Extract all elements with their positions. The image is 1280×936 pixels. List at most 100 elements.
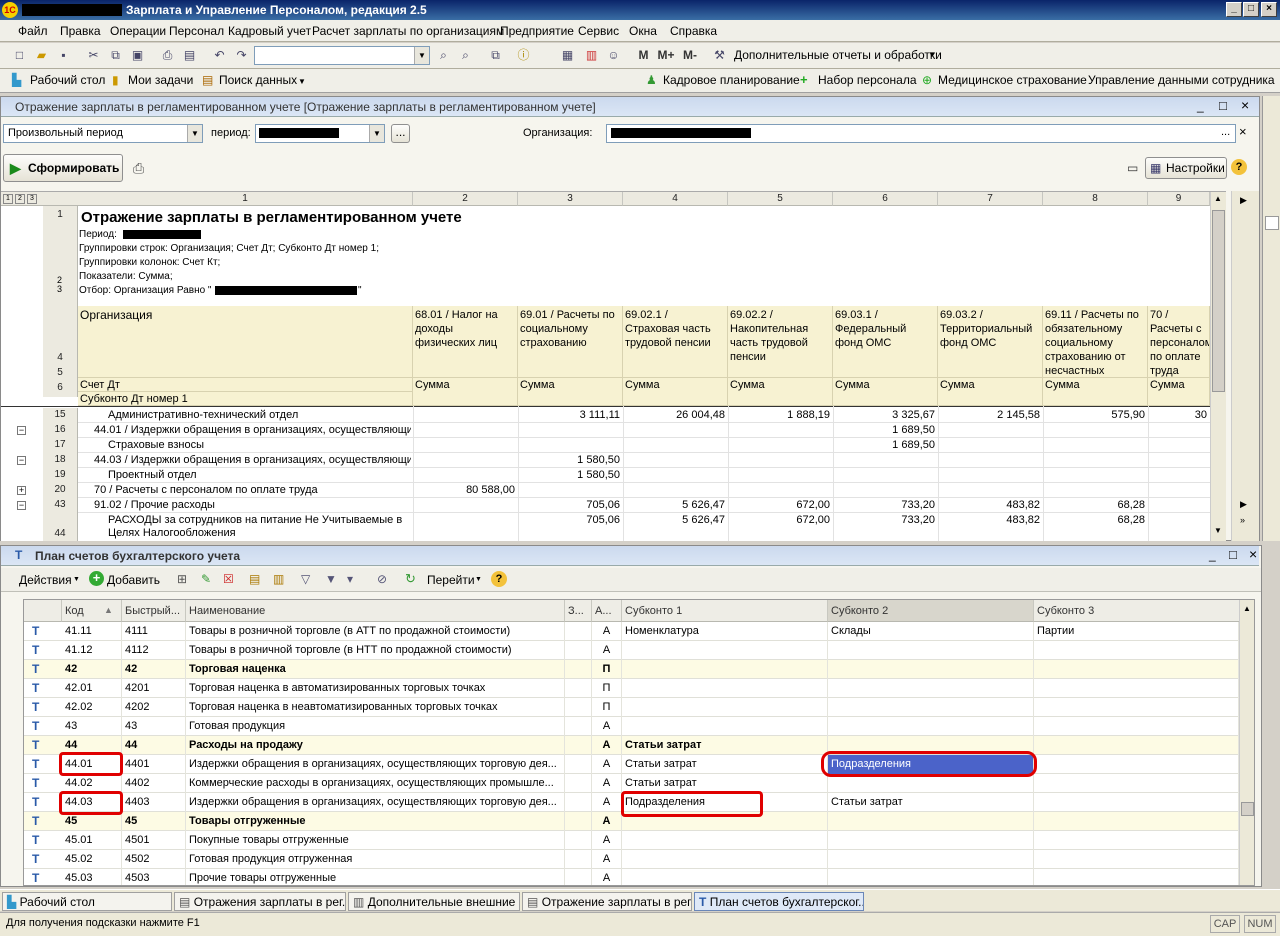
row-header[interactable]: 1 — [43, 206, 78, 286]
cut-icon[interactable]: ✂ — [86, 48, 101, 63]
collapse-icon[interactable]: − — [17, 501, 26, 510]
cell-z[interactable] — [565, 679, 592, 698]
windows-icon[interactable]: ⧉ — [488, 48, 503, 63]
cell-s1[interactable] — [622, 869, 828, 885]
expand-icon[interactable]: + — [17, 486, 26, 495]
cell-a[interactable]: А — [592, 755, 622, 774]
cell-name[interactable]: Готовая продукция отгруженная — [186, 850, 565, 869]
report-close-button[interactable]: × — [1241, 97, 1249, 113]
cell-code[interactable]: 45.03 — [62, 869, 122, 885]
cell-s3[interactable]: Партии — [1034, 622, 1239, 641]
task-desktop[interactable]: ▙ Рабочий стол — [2, 892, 172, 911]
row-header[interactable]: 19 — [43, 468, 78, 483]
chevron-down-icon[interactable]: ▼ — [187, 125, 202, 142]
cell-s1[interactable]: Статьи затрат — [622, 736, 828, 755]
grid-header-subconto2[interactable]: Субконто 2 — [828, 600, 1034, 622]
open-folder-icon[interactable]: ▰ — [34, 48, 49, 63]
cell-z[interactable] — [565, 869, 592, 885]
cell-s3[interactable] — [1034, 793, 1239, 812]
scroll-up-icon[interactable]: ▲ — [1214, 194, 1222, 203]
cell-z[interactable] — [565, 698, 592, 717]
menu-payroll[interactable]: Расчет зарплаты по организациям — [312, 24, 504, 38]
cell-name[interactable]: Товары отгруженные — [186, 812, 565, 831]
cell-code[interactable]: 42.02 — [62, 698, 122, 717]
organization-clear-icon[interactable]: × — [1239, 124, 1247, 139]
chevron-down-icon[interactable]: ▼ — [298, 77, 306, 86]
cell-code[interactable]: 42 — [62, 660, 122, 679]
copy-icon[interactable]: ⊞ — [177, 572, 187, 586]
row-header[interactable]: 4 — [43, 292, 78, 367]
quick-medical[interactable]: Медицинское страхование — [938, 73, 1087, 87]
column-header[interactable]: 8 — [1043, 192, 1148, 206]
grid-header-a[interactable]: А... — [592, 600, 622, 622]
scroll-thumb[interactable] — [1212, 210, 1225, 392]
cell-a[interactable]: П — [592, 698, 622, 717]
goto-menu[interactable]: Перейти — [427, 573, 475, 587]
cell-s3[interactable] — [1034, 850, 1239, 869]
cell-a[interactable]: А — [592, 793, 622, 812]
row-header[interactable]: 5 — [43, 367, 78, 382]
paste-icon[interactable]: ▣ — [130, 48, 145, 63]
cell-s1[interactable]: Статьи затрат — [622, 755, 828, 774]
chevron-down-icon[interactable]: ▼ — [475, 576, 482, 583]
cell-a[interactable]: А — [592, 869, 622, 885]
cell-name[interactable]: Коммерческие расходы в организациях, осу… — [186, 774, 565, 793]
row-header[interactable]: 20 — [43, 483, 78, 498]
column-header[interactable]: 2 — [413, 192, 518, 206]
cell-fast[interactable]: 4112 — [122, 641, 186, 660]
task-report-2[interactable]: ▤ Отражение зарплаты в рег... — [522, 892, 692, 911]
cell-code[interactable]: 41.12 — [62, 641, 122, 660]
menu-enterprise[interactable]: Предприятие — [500, 24, 574, 38]
cell-fast[interactable]: 4503 — [122, 869, 186, 885]
table-row[interactable]: T 45.01 4501 Покупные товары отгруженные А — [24, 831, 1239, 850]
print-icon[interactable]: ⎙ — [133, 160, 144, 177]
task-external[interactable]: ▥ Дополнительные внешние ... — [348, 892, 520, 911]
menu-file[interactable]: Файл — [18, 24, 48, 38]
cell-a[interactable]: А — [592, 736, 622, 755]
cell-a[interactable]: А — [592, 831, 622, 850]
cell-s2[interactable]: Статьи затрат — [828, 793, 1034, 812]
undo-icon[interactable]: ↶ — [212, 48, 227, 63]
task-report-1[interactable]: ▤ Отражения зарплаты в рег... — [174, 892, 346, 911]
cell-name[interactable]: Торговая наценка в неавтоматизированных … — [186, 698, 565, 717]
row-header[interactable]: 17 — [43, 438, 78, 453]
cell-a[interactable]: А — [592, 622, 622, 641]
collapse-icon[interactable]: − — [17, 456, 26, 465]
cell-name[interactable]: Товары в розничной торговле (в НТТ по пр… — [186, 641, 565, 660]
cell-fast[interactable]: 43 — [122, 717, 186, 736]
cell-z[interactable] — [565, 736, 592, 755]
cell-s3[interactable] — [1034, 831, 1239, 850]
menu-personnel[interactable]: Персонал — [169, 24, 224, 38]
quick-employee-data[interactable]: Управление данными сотрудника — [1088, 73, 1275, 87]
cell-s2[interactable] — [828, 869, 1034, 885]
new-doc-icon[interactable]: □ — [12, 48, 27, 63]
search-input[interactable] — [254, 46, 430, 65]
find-next-icon[interactable]: ⌕ — [458, 48, 473, 63]
table-row[interactable]: T 42.01 4201 Торговая наценка в автоматизир… — [24, 679, 1239, 698]
column-header[interactable]: 7 — [938, 192, 1043, 206]
coa-maximize-button[interactable]: □ — [1229, 547, 1237, 562]
menu-help[interactable]: Справка — [670, 24, 717, 38]
chevron-down-icon[interactable]: ▼ — [928, 50, 936, 59]
refresh-icon[interactable]: ↻ — [405, 571, 416, 587]
cell-z[interactable] — [565, 717, 592, 736]
cell-z[interactable] — [565, 850, 592, 869]
scroll-down-icon[interactable]: ▼ — [1214, 526, 1222, 535]
quick-desktop[interactable]: Рабочий стол — [30, 73, 105, 87]
grid-header-subconto3[interactable]: Субконто 3 — [1034, 600, 1241, 622]
menu-hr[interactable]: Кадровый учет — [228, 24, 311, 38]
cell-name[interactable]: Издержки обращения в организациях, осуще… — [186, 755, 565, 774]
table-row[interactable]: T 42 42 Торговая наценка П — [24, 660, 1239, 679]
cell-s3[interactable] — [1034, 736, 1239, 755]
cell-s3[interactable] — [1034, 698, 1239, 717]
cell-s3[interactable] — [1034, 755, 1239, 774]
level-up-icon[interactable]: ▥ — [273, 572, 284, 586]
row-header[interactable]: 16 — [43, 423, 78, 438]
cell-z[interactable] — [565, 812, 592, 831]
grid-scrollbar[interactable]: ▲ — [1239, 600, 1254, 885]
add-button[interactable]: Добавить — [107, 573, 160, 587]
settings-button[interactable]: ▦ Настройки — [1145, 157, 1227, 179]
collapse-down-icon[interactable]: » — [1240, 515, 1245, 525]
cell-s3[interactable] — [1034, 812, 1239, 831]
quick-hr-planning[interactable]: Кадровое планирование — [663, 73, 800, 87]
